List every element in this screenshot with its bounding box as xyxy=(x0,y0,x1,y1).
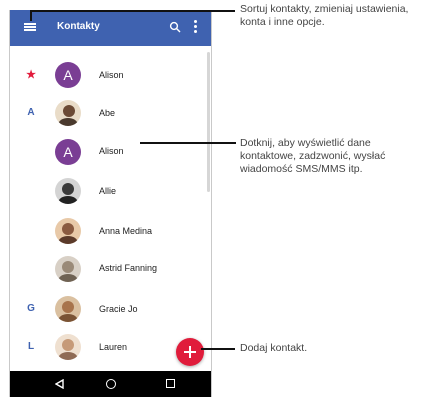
contact-name: Astrid Fanning xyxy=(99,263,158,273)
callout-line xyxy=(140,142,236,144)
app-title: Kontakty xyxy=(57,21,100,32)
avatar: A xyxy=(55,139,81,165)
contact-name: Anna Medina xyxy=(99,226,153,236)
recent-apps-icon[interactable] xyxy=(166,379,175,388)
section-letter: A xyxy=(27,107,35,118)
callout-line xyxy=(30,10,235,12)
list-item[interactable]: A Abe xyxy=(10,94,207,132)
contact-name: Alison xyxy=(99,70,124,80)
avatar xyxy=(55,178,81,204)
list-item[interactable]: A Alison xyxy=(10,134,207,172)
avatar xyxy=(55,256,81,282)
app-bar: Kontakty xyxy=(10,10,211,46)
contact-name: Lauren xyxy=(99,342,128,352)
home-icon[interactable] xyxy=(106,379,116,389)
list-item[interactable]: Anna Medina xyxy=(10,212,207,250)
more-vert-icon[interactable] xyxy=(194,20,198,36)
section-letter: G xyxy=(27,303,35,314)
add-contact-button[interactable] xyxy=(176,338,204,366)
contact-name: Alison xyxy=(99,146,124,156)
menu-icon[interactable] xyxy=(24,23,36,31)
contact-name: Allie xyxy=(99,186,117,196)
section-letter: ★ xyxy=(26,69,36,81)
callout-line xyxy=(201,348,235,350)
avatar: A xyxy=(55,62,81,88)
callout-line xyxy=(30,10,32,21)
avatar xyxy=(55,218,81,244)
avatar xyxy=(55,334,81,360)
avatar xyxy=(55,100,81,126)
section-letter: L xyxy=(27,341,35,352)
search-icon[interactable] xyxy=(169,21,181,33)
callout-add: Dodaj kontakt. xyxy=(240,342,308,354)
contact-name: Abe xyxy=(99,108,116,118)
navigation-bar xyxy=(10,371,211,397)
list-item[interactable]: Astrid Fanning xyxy=(10,250,207,288)
list-item[interactable]: Allie xyxy=(10,172,207,210)
back-icon[interactable] xyxy=(55,379,64,389)
list-item[interactable]: G Gracie Jo xyxy=(10,290,207,328)
contact-name: Gracie Jo xyxy=(99,304,138,314)
phone-screen: Kontakty ★ A Alison A Abe A Alison Allie xyxy=(9,10,212,397)
avatar xyxy=(55,296,81,322)
scrollbar[interactable] xyxy=(207,52,210,192)
callout-tap: Dotknij, aby wyświetlić dane kontaktowe,… xyxy=(240,137,386,175)
callout-sort: Sortuj kontakty, zmieniaj ustawienia, ko… xyxy=(240,3,409,28)
list-item[interactable]: ★ A Alison xyxy=(10,56,207,94)
